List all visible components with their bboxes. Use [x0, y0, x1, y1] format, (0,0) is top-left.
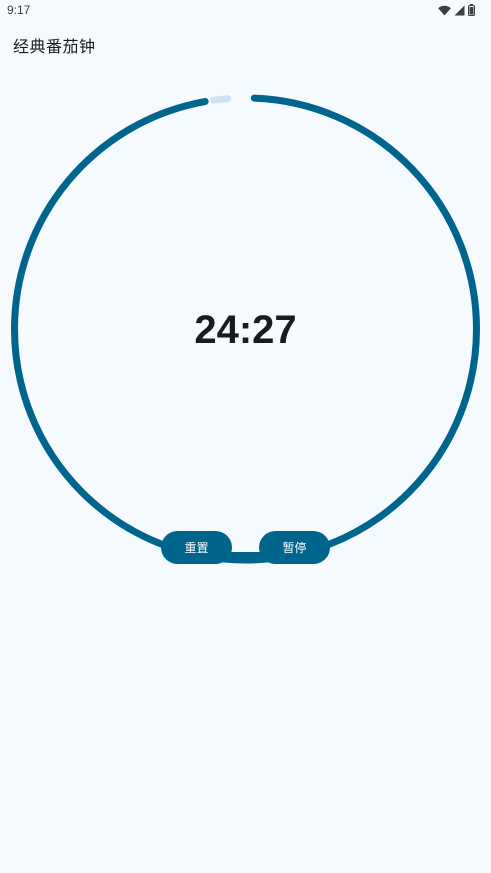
reset-button[interactable]: 重置	[161, 531, 232, 564]
timer-display: 24:27	[194, 308, 297, 352]
timer-progress-ring	[11, 94, 480, 564]
pause-button[interactable]: 暂停	[259, 531, 330, 564]
